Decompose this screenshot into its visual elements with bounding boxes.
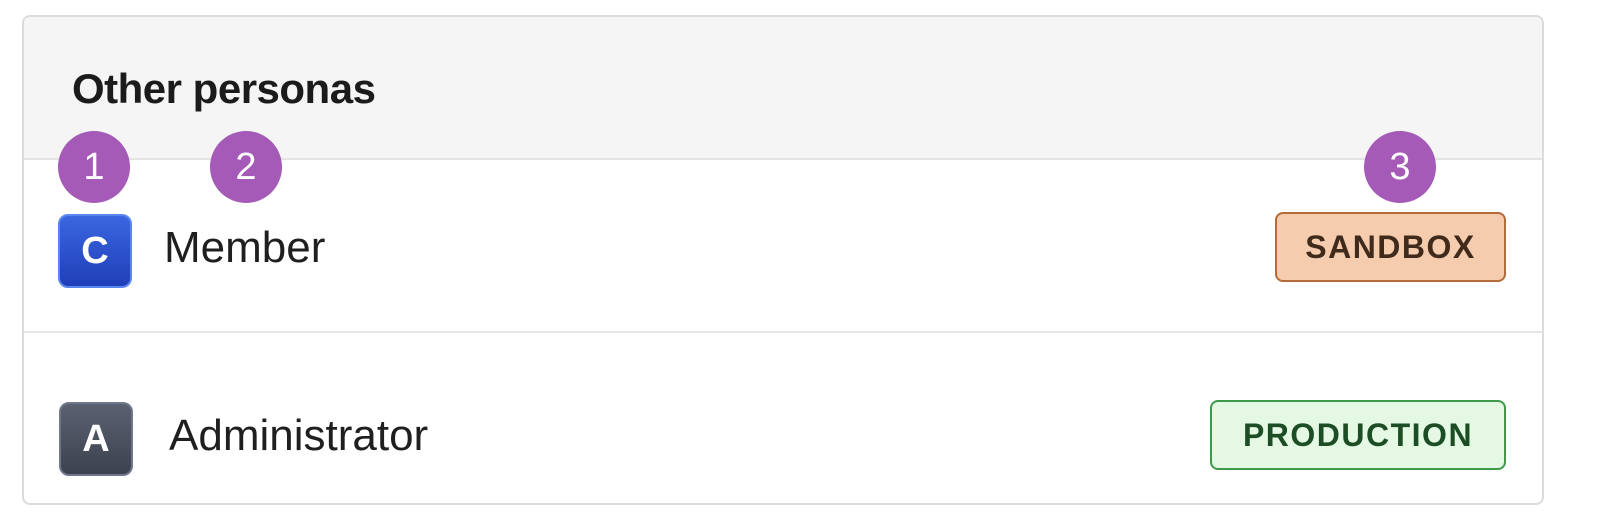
callout-marker: 1: [58, 131, 130, 203]
persona-avatar: A: [59, 402, 133, 476]
environment-badge: SANDBOX: [1275, 212, 1506, 282]
badge-label: PRODUCTION: [1242, 416, 1474, 453]
avatar-letter: A: [82, 417, 110, 460]
personas-card: Other personas C Member SANDBOX A Admini…: [22, 15, 1544, 505]
badge-label: SANDBOX: [1305, 228, 1476, 265]
environment-badge: PRODUCTION: [1210, 400, 1506, 470]
callout-marker: 3: [1364, 131, 1436, 203]
persona-avatar: C: [58, 214, 132, 288]
persona-name: Member: [164, 223, 326, 272]
avatar-letter: C: [81, 229, 109, 272]
callout-number: 3: [1389, 145, 1411, 188]
callout-number: 2: [235, 145, 257, 188]
callout-number: 1: [83, 145, 105, 188]
persona-row-administrator[interactable]: A Administrator PRODUCTION: [24, 333, 1542, 503]
callout-marker: 2: [210, 131, 282, 203]
section-title: Other personas: [72, 65, 376, 112]
persona-name: Administrator: [169, 411, 429, 460]
